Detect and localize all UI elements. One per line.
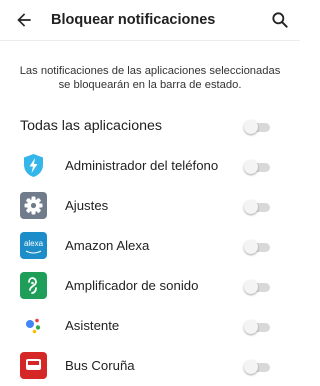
app-toggle[interactable] — [244, 360, 270, 374]
alexa-logo-text: alexa — [24, 239, 44, 248]
page-title: Bloquear notificaciones — [51, 12, 216, 28]
toggle-thumb — [244, 320, 258, 334]
app-label: Administrador del teléfono — [65, 158, 219, 173]
app-row-amazon-alexa[interactable]: alexa Amazon Alexa — [0, 226, 300, 266]
app-toggle[interactable] — [244, 160, 270, 174]
description-text: Las notificaciones de las aplicaciones s… — [14, 64, 286, 92]
app-row-phone-manager[interactable]: Administrador del teléfono — [0, 146, 300, 186]
app-row-bus-coruna[interactable]: Bus Coruña — [0, 346, 300, 386]
description-line-2: se bloquearán en la barra de estado. — [58, 79, 242, 91]
app-bar: Bloquear notificaciones — [0, 0, 300, 41]
alexa-icon: alexa — [20, 232, 47, 259]
all-apps-toggle[interactable] — [244, 120, 270, 134]
all-apps-label: Todas las aplicaciones — [20, 118, 162, 134]
all-apps-row[interactable]: Todas las aplicaciones — [0, 106, 300, 146]
app-label: Bus Coruña — [65, 358, 135, 373]
app-toggle[interactable] — [244, 320, 270, 334]
app-row-assistant[interactable]: Asistente — [0, 306, 300, 346]
toggle-thumb — [244, 240, 258, 254]
description-line-1: Las notificaciones de las aplicaciones s… — [19, 65, 281, 77]
app-toggle[interactable] — [244, 200, 270, 214]
toggle-thumb — [244, 120, 258, 134]
search-icon[interactable] — [270, 10, 290, 30]
app-row-sound-amplifier[interactable]: Amplificador de sonido — [0, 266, 300, 306]
app-toggle[interactable] — [244, 240, 270, 254]
sound-amplifier-icon — [20, 272, 47, 299]
toggle-thumb — [244, 160, 258, 174]
assistant-icon — [20, 312, 47, 339]
app-label: Ajustes — [65, 198, 109, 213]
app-label: Amazon Alexa — [65, 238, 150, 253]
toggle-thumb — [244, 360, 258, 374]
arrow-back-icon[interactable] — [14, 10, 34, 30]
bus-icon — [20, 352, 47, 379]
app-toggle[interactable] — [244, 280, 270, 294]
app-label: Asistente — [65, 318, 120, 333]
settings-gear-icon — [20, 192, 47, 219]
app-label: Amplificador de sonido — [65, 278, 199, 293]
toggle-thumb — [244, 280, 258, 294]
app-row-settings[interactable]: Ajustes — [0, 186, 300, 226]
phone-manager-icon — [20, 152, 47, 179]
toggle-thumb — [244, 200, 258, 214]
